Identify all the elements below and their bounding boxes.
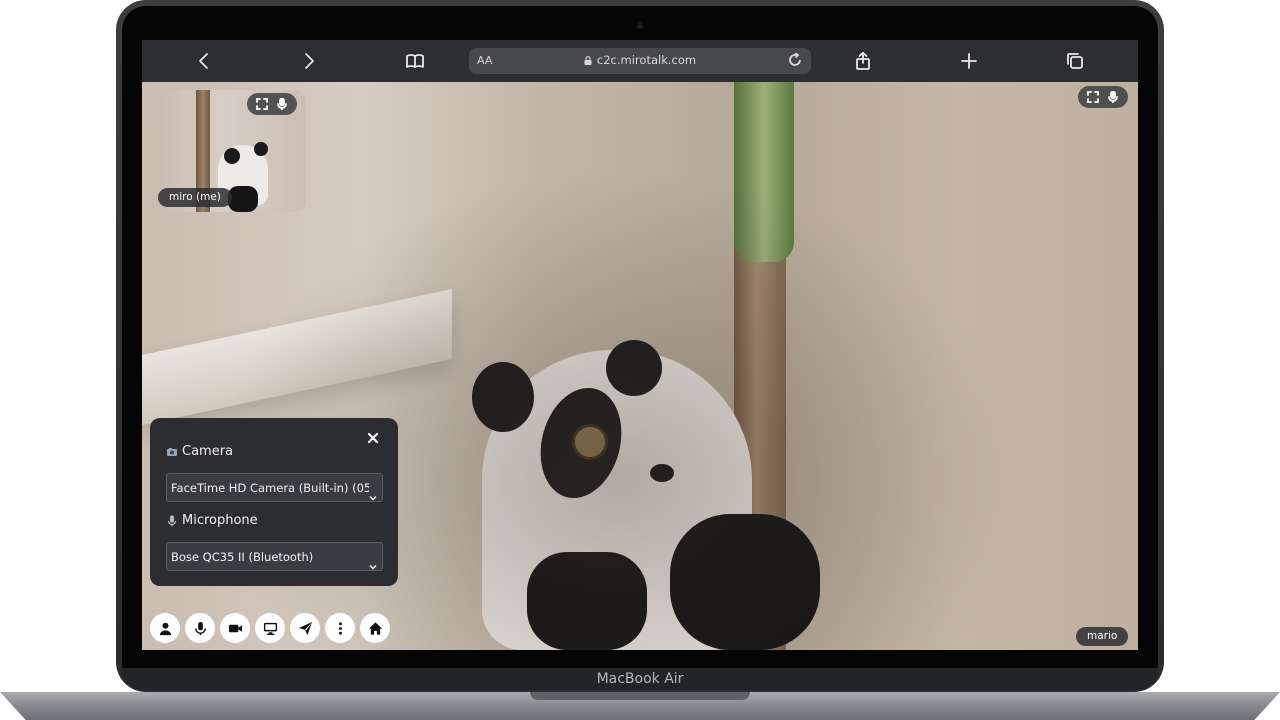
address-bar[interactable]: AA c2c.mirotalk.com: [469, 48, 811, 74]
camera-select-value: FaceTime HD Camera (Built-in) (05c: [171, 481, 369, 495]
chevron-down-icon: [369, 484, 377, 501]
url-text: c2c.mirotalk.com: [596, 53, 697, 67]
chevron-right-icon[interactable]: [297, 49, 321, 73]
fullscreen-icon[interactable]: [1087, 88, 1099, 107]
browser-toolbar: AA c2c.mirotalk.com: [142, 40, 1138, 82]
screen: AA c2c.mirotalk.com mario miro (me) Came…: [142, 40, 1138, 650]
home-button[interactable]: [360, 613, 390, 643]
camera-label: Camera: [182, 444, 234, 459]
camera-toggle-button[interactable]: [220, 613, 250, 643]
reload-icon[interactable]: [787, 52, 805, 70]
microphone-select-value: Bose QC35 II (Bluetooth): [171, 550, 314, 564]
device-brand-label: MacBook Air: [596, 671, 684, 687]
camera-icon: [228, 624, 242, 632]
screen-share-icon: [263, 622, 277, 635]
microphone-icon: [167, 515, 177, 526]
share-icon[interactable]: [851, 49, 875, 73]
remote-tile-controls: [1078, 86, 1128, 108]
more-options-button[interactable]: [325, 613, 355, 643]
close-icon[interactable]: [366, 430, 380, 444]
screen-share-button[interactable]: [255, 613, 285, 643]
plus-icon[interactable]: [957, 49, 981, 73]
device-settings-panel: Camera FaceTime HD Camera (Built-in) (05…: [150, 418, 398, 586]
microphone-select[interactable]: Bose QC35 II (Bluetooth): [166, 542, 383, 571]
camera-icon: [167, 447, 177, 456]
chevron-down-icon: [369, 553, 377, 570]
url-display: c2c.mirotalk.com: [469, 53, 811, 67]
microphone-toggle-button[interactable]: [185, 613, 215, 643]
microphone-label: Microphone: [182, 513, 258, 528]
bookmarks-icon[interactable]: [403, 49, 427, 73]
chevron-left-icon[interactable]: [192, 49, 216, 73]
local-name-tag: miro (me): [158, 188, 232, 207]
call-toolbar: [150, 613, 390, 643]
user-icon: [159, 622, 171, 635]
remote-video[interactable]: mario miro (me) Camera FaceTime HD Camer…: [142, 82, 1138, 650]
lock-icon: [584, 56, 592, 65]
remote-name-tag: mario: [1076, 627, 1129, 646]
local-video-pip[interactable]: miro (me): [150, 90, 306, 212]
panda-ear: [254, 142, 268, 156]
webcam-dot: [637, 23, 643, 29]
microphone-icon: [194, 621, 206, 635]
microphone-section: Microphone: [166, 513, 258, 528]
camera-select[interactable]: FaceTime HD Camera (Built-in) (05c: [166, 473, 383, 502]
panda-ear: [224, 148, 240, 164]
camera-section: Camera: [166, 444, 233, 459]
tabs-icon[interactable]: [1063, 49, 1087, 73]
participant-button[interactable]: [150, 613, 180, 643]
microphone-icon[interactable]: [276, 95, 288, 114]
send-icon: [298, 621, 312, 635]
send-file-button[interactable]: [290, 613, 320, 643]
home-icon: [368, 621, 382, 635]
fullscreen-icon[interactable]: [256, 95, 268, 114]
panda-arm: [228, 186, 258, 212]
laptop-notch: [530, 692, 750, 700]
local-tile-controls: [247, 93, 297, 115]
microphone-icon[interactable]: [1107, 88, 1119, 107]
more-icon: [338, 621, 342, 635]
